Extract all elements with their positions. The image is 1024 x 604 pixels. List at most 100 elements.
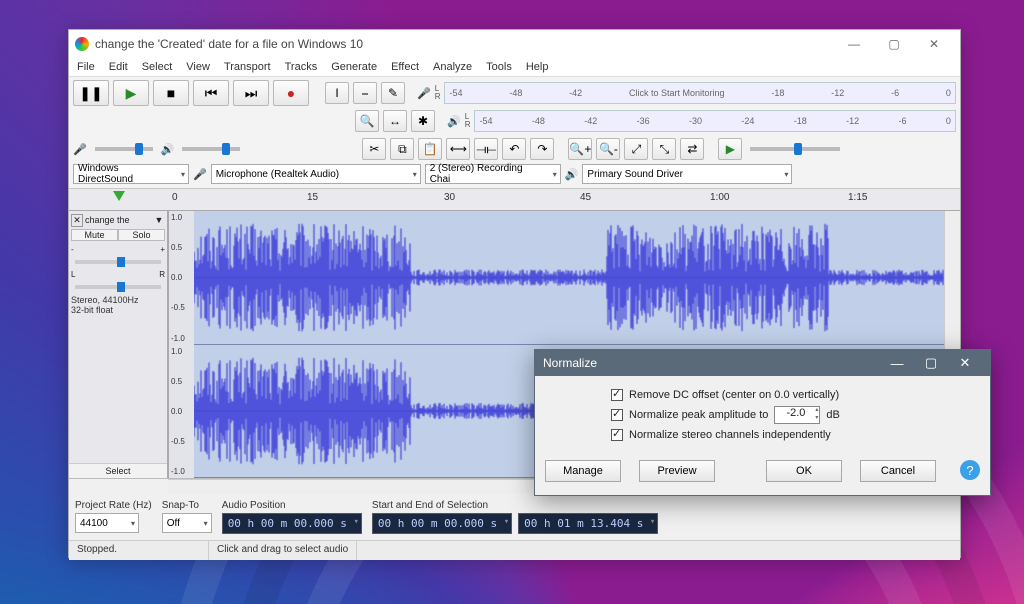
- recording-channels-dropdown[interactable]: 2 (Stereo) Recording Chai: [425, 164, 561, 184]
- waveform-left-channel[interactable]: [194, 211, 944, 344]
- peak-amplitude-input[interactable]: -2.0: [774, 406, 820, 424]
- menu-analyze[interactable]: Analyze: [433, 57, 472, 76]
- cut-button[interactable]: ✂: [362, 138, 386, 160]
- track-format-info: Stereo, 44100Hz32-bit float: [71, 295, 165, 315]
- solo-button[interactable]: Solo: [118, 229, 165, 241]
- track-pan-slider[interactable]: [75, 285, 161, 289]
- record-button[interactable]: ●: [273, 80, 309, 106]
- play-speed-slider[interactable]: [750, 147, 840, 151]
- titlebar[interactable]: change the 'Created' date for a file on …: [69, 30, 960, 57]
- skip-start-button[interactable]: ⏮: [193, 80, 229, 106]
- timeline-ruler[interactable]: 0 15 30 45 1:00 1:15: [69, 189, 960, 211]
- mute-button[interactable]: Mute: [71, 229, 118, 241]
- track-control-panel[interactable]: ✕ change the ▼ Mute Solo -+ LR Stereo, 4…: [69, 211, 168, 478]
- multi-tool-icon[interactable]: ✱: [411, 110, 435, 132]
- ok-button[interactable]: OK: [766, 460, 842, 482]
- menu-file[interactable]: File: [77, 57, 95, 76]
- menu-view[interactable]: View: [186, 57, 210, 76]
- stop-button[interactable]: ■: [153, 80, 189, 106]
- fit-project-button[interactable]: ⤡: [652, 138, 676, 160]
- menubar: File Edit Select View Transport Tracks G…: [69, 57, 960, 77]
- minimize-button[interactable]: —: [834, 31, 874, 56]
- menu-tracks[interactable]: Tracks: [285, 57, 318, 76]
- play-meter-speaker-icon: [447, 115, 461, 128]
- zoom-toggle-button[interactable]: ⇄: [680, 138, 704, 160]
- menu-effect[interactable]: Effect: [391, 57, 419, 76]
- track-close-button[interactable]: ✕: [71, 214, 83, 227]
- playhead-icon[interactable]: [113, 191, 125, 201]
- status-hint: Click and drag to select audio: [209, 541, 357, 560]
- zoom-out-button[interactable]: 🔍-: [596, 138, 620, 160]
- dialog-minimize-button[interactable]: —: [880, 356, 914, 371]
- playback-volume-slider[interactable]: [182, 147, 240, 151]
- audio-host-dropdown[interactable]: Windows DirectSound: [73, 164, 189, 184]
- timeshift-tool-icon[interactable]: ↔: [383, 110, 407, 132]
- track-name[interactable]: change the: [83, 215, 153, 225]
- draw-tool-icon[interactable]: ✎: [381, 82, 405, 104]
- close-button[interactable]: ✕: [914, 31, 954, 56]
- rec-device-mic-icon: [193, 168, 207, 181]
- menu-generate[interactable]: Generate: [331, 57, 377, 76]
- zoom-in-button[interactable]: 🔍+: [568, 138, 592, 160]
- normalize-peak-label: Normalize peak amplitude to: [629, 409, 768, 421]
- playback-meter[interactable]: -54-48 -42-36 -30-24 -18-12 -60: [474, 110, 956, 132]
- toolbars: ❚❚ ▶ ■ ⏮ ⏭ ● I ⎯ ✎ LR -54 -48 -42 Click …: [69, 77, 960, 189]
- menu-tools[interactable]: Tools: [486, 57, 512, 76]
- normalize-stereo-checkbox[interactable]: [611, 429, 623, 441]
- zoom-tool-icon[interactable]: 🔍: [355, 110, 379, 132]
- selection-start-field[interactable]: 00 h 00 m 00.000 s: [372, 513, 512, 534]
- remove-dc-offset-checkbox[interactable]: [611, 389, 623, 401]
- recording-device-dropdown[interactable]: Microphone (Realtek Audio): [211, 164, 421, 184]
- dialog-maximize-button[interactable]: ▢: [914, 355, 948, 371]
- recording-volume-slider[interactable]: [95, 147, 153, 151]
- rec-meter-mic-icon: [417, 87, 431, 100]
- dialog-title: Normalize: [543, 356, 597, 370]
- menu-transport[interactable]: Transport: [224, 57, 271, 76]
- help-icon[interactable]: ?: [960, 460, 980, 480]
- manage-button[interactable]: Manage: [545, 460, 621, 482]
- playback-device-dropdown[interactable]: Primary Sound Driver: [582, 164, 792, 184]
- status-bar: Stopped. Click and drag to select audio: [69, 540, 960, 560]
- amplitude-scale: 1.00.50.0-0.5-1.0 1.00.50.0-0.5-1.0: [168, 211, 194, 478]
- track-menu-button[interactable]: ▼: [153, 215, 165, 225]
- normalize-stereo-label: Normalize stereo channels independently: [629, 429, 831, 441]
- audio-position-label: Audio Position: [222, 500, 362, 511]
- selection-tool-icon[interactable]: I: [325, 82, 349, 104]
- redo-button[interactable]: ↷: [530, 138, 554, 160]
- normalize-peak-checkbox[interactable]: [611, 409, 623, 421]
- fit-selection-button[interactable]: ⤢: [624, 138, 648, 160]
- peak-unit-label: dB: [826, 409, 839, 421]
- menu-edit[interactable]: Edit: [109, 57, 128, 76]
- remove-dc-offset-label: Remove DC offset (center on 0.0 vertical…: [629, 389, 839, 401]
- audio-position-field[interactable]: 00 h 00 m 00.000 s: [222, 513, 362, 534]
- selection-end-field[interactable]: 00 h 01 m 13.404 s: [518, 513, 658, 534]
- menu-help[interactable]: Help: [526, 57, 549, 76]
- play-vol-speaker-icon: [161, 143, 175, 156]
- trim-button[interactable]: ⟷: [446, 138, 470, 160]
- normalize-dialog: Normalize — ▢ ✕ Remove DC offset (center…: [534, 349, 991, 496]
- paste-button[interactable]: 📋: [418, 138, 442, 160]
- preview-button[interactable]: Preview: [639, 460, 715, 482]
- snap-to-label: Snap-To: [162, 500, 212, 511]
- undo-button[interactable]: ↶: [502, 138, 526, 160]
- selection-label: Start and End of Selection: [372, 500, 658, 511]
- selection-toolbar: Project Rate (Hz) 44100 Snap-To Off Audi…: [69, 494, 960, 540]
- track-select-button[interactable]: Select: [69, 463, 167, 478]
- snap-to-dropdown[interactable]: Off: [162, 513, 212, 533]
- project-rate-dropdown[interactable]: 44100: [75, 513, 139, 533]
- track-gain-slider[interactable]: [75, 260, 161, 264]
- skip-end-button[interactable]: ⏭: [233, 80, 269, 106]
- copy-button[interactable]: ⧉: [390, 138, 414, 160]
- dialog-close-button[interactable]: ✕: [948, 355, 982, 371]
- rec-vol-mic-icon: [73, 143, 87, 156]
- dialog-titlebar[interactable]: Normalize — ▢ ✕: [535, 350, 990, 376]
- play-button[interactable]: ▶: [113, 80, 149, 106]
- maximize-button[interactable]: ▢: [874, 31, 914, 56]
- cancel-button[interactable]: Cancel: [860, 460, 936, 482]
- play-at-speed-button[interactable]: ▶: [718, 138, 742, 160]
- pause-button[interactable]: ❚❚: [73, 80, 109, 106]
- envelope-tool-icon[interactable]: ⎯: [353, 82, 377, 104]
- menu-select[interactable]: Select: [142, 57, 173, 76]
- silence-button[interactable]: ⟞⟝: [474, 138, 498, 160]
- recording-meter[interactable]: -54 -48 -42 Click to Start Monitoring -1…: [444, 82, 956, 104]
